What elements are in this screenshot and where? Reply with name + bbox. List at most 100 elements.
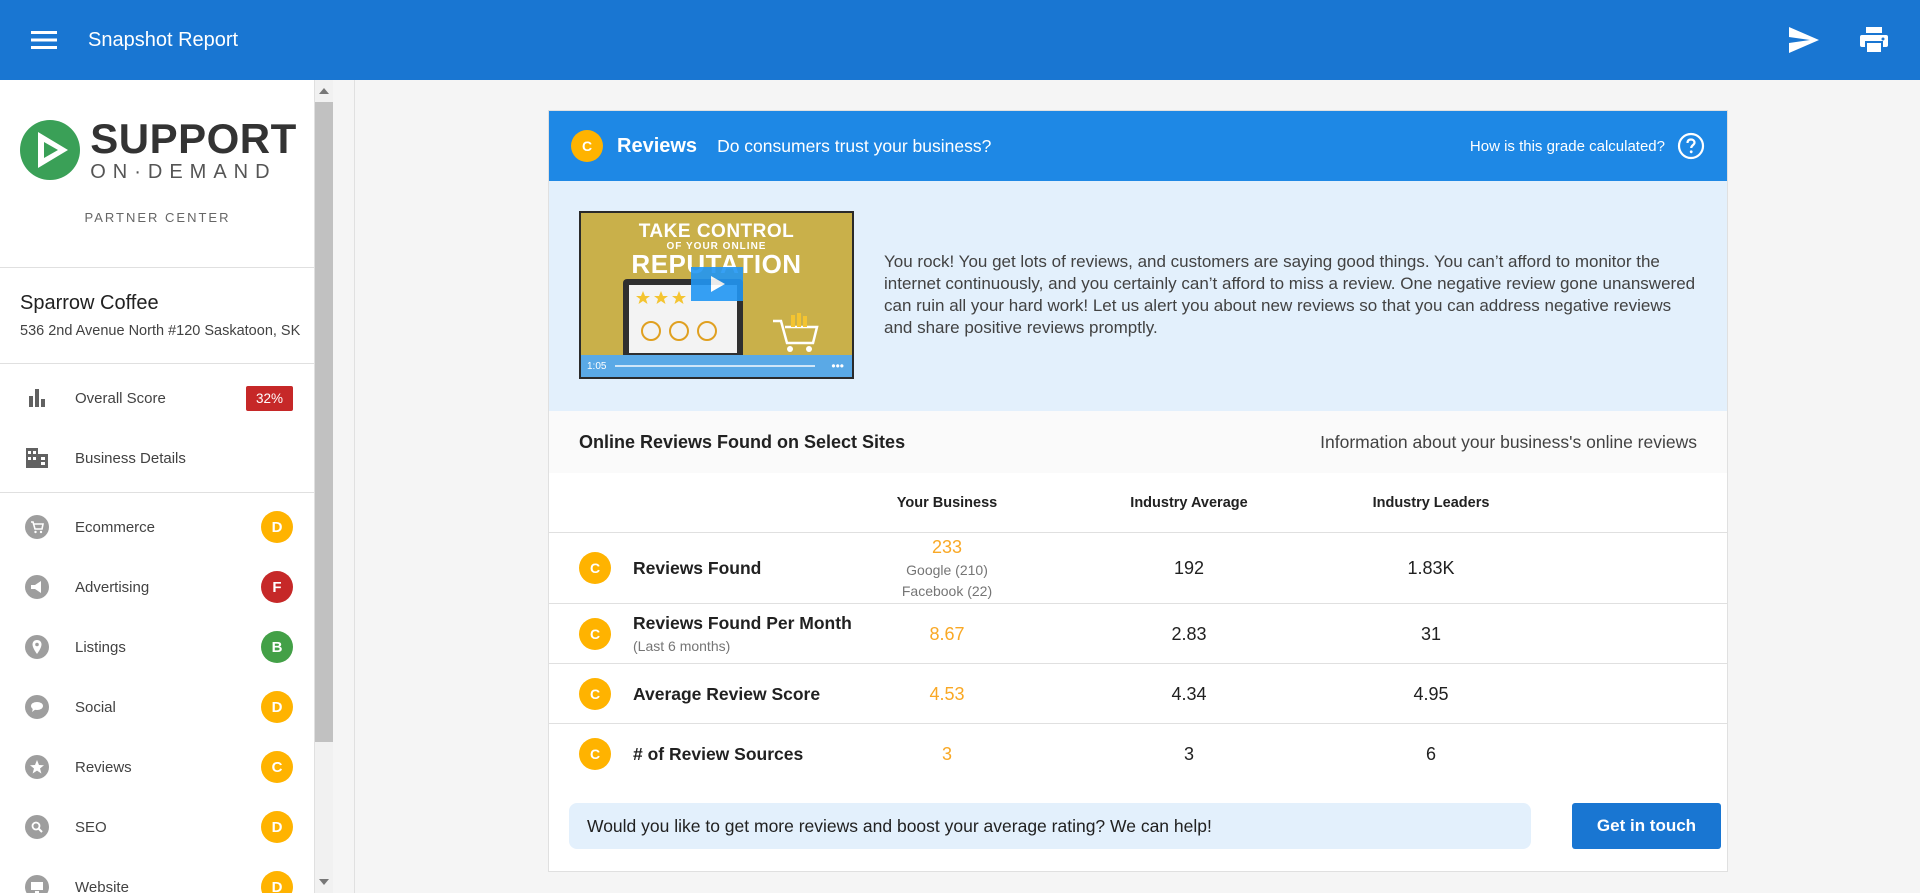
sidebar-item-label: Ecommerce <box>75 518 156 536</box>
megaphone-icon <box>25 575 49 599</box>
business-info: Sparrow Coffee 536 2nd Avenue North #120… <box>0 268 314 364</box>
sidebar-item-label: SEO <box>75 818 107 836</box>
table-row: C Average Review Score 4.53 4.34 4.95 <box>549 664 1727 724</box>
business-address: 536 2nd Avenue North #120 Saskatoon, SK <box>20 323 301 339</box>
app-title: Snapshot Report <box>88 28 239 51</box>
reviews-table: Your Business Industry Average Industry … <box>549 473 1727 784</box>
send-icon <box>1789 27 1819 53</box>
grade-badge: D <box>261 511 293 543</box>
industry-average-value: 2.83 <box>1171 624 1207 644</box>
industry-average-value: 4.34 <box>1171 684 1207 704</box>
industry-average-value: 192 <box>1173 558 1205 578</box>
row-grade-badge: C <box>579 552 611 584</box>
call-to-action: Would you like to get more reviews and b… <box>569 803 1721 851</box>
partner-center-label: PARTNER CENTER <box>84 210 231 225</box>
reviews-card: C Reviews Do consumers trust your busine… <box>548 110 1728 872</box>
row-label: # of Review Sources <box>633 744 804 764</box>
location-pin-icon <box>25 635 49 659</box>
sidebar-item-label: Reviews <box>75 758 132 776</box>
star-icon <box>25 755 49 779</box>
video-player[interactable]: TAKE CONTROL OF YOUR ONLINE REPUTATION 1… <box>579 211 854 379</box>
logo: SUPPORT ON·DEMAND <box>18 118 297 182</box>
grade-badge: D <box>261 691 293 723</box>
sidebar-item-listings[interactable]: Listings B <box>0 617 314 677</box>
reviews-subheader-title: Online Reviews Found on Select Sites <box>579 431 906 452</box>
content-divider <box>354 80 355 893</box>
row-label: Reviews Found <box>633 558 762 578</box>
section-question: Do consumers trust your business? <box>717 135 992 156</box>
row-label: Average Review Score <box>633 684 821 704</box>
industry-leaders-value: 4.95 <box>1413 684 1449 704</box>
menu-icon <box>31 31 57 49</box>
your-business-value: 8.67 <box>929 624 965 644</box>
grade-badge: C <box>261 751 293 783</box>
table-row: C Reviews Found Per Month (Last 6 months… <box>549 604 1727 664</box>
grade-badge: D <box>261 871 293 893</box>
building-icon <box>25 446 49 470</box>
top-app-bar: Snapshot Report <box>0 0 1920 80</box>
row-grade-badge: C <box>579 678 611 710</box>
your-business-value: 233 <box>931 537 963 557</box>
row-label: Reviews Found Per Month <box>633 613 852 633</box>
intro-panel: TAKE CONTROL OF YOUR ONLINE REPUTATION 1… <box>549 181 1727 411</box>
grade-badge: D <box>261 811 293 843</box>
industry-average-value: 3 <box>1183 744 1194 764</box>
search-icon <box>25 815 49 839</box>
print-icon <box>1860 27 1888 53</box>
grade-help-link[interactable]: How is this grade calculated? <box>1470 132 1705 160</box>
get-in-touch-button[interactable]: Get in touch <box>1572 803 1721 849</box>
logo-line1: SUPPORT <box>90 115 297 162</box>
row-grade-badge: C <box>579 738 611 770</box>
industry-leaders-value: 31 <box>1420 624 1442 644</box>
send-button[interactable] <box>1780 16 1828 64</box>
sidebar-item-reviews[interactable]: Reviews C <box>0 737 314 797</box>
video-title-line1: TAKE CONTROL <box>638 221 795 242</box>
help-circle-icon <box>1677 132 1705 160</box>
monitor-icon <box>25 875 49 893</box>
grade-help-label: How is this grade calculated? <box>1469 137 1665 155</box>
overall-score-badge: 32% <box>245 385 293 411</box>
bar-chart-icon <box>25 386 49 410</box>
play-logo-icon <box>20 120 81 180</box>
reviews-subheader-info: Information about your business's online… <box>1320 431 1697 452</box>
scroll-down-arrow-icon[interactable] <box>319 879 329 885</box>
table-header: Your Business Industry Average Industry … <box>549 473 1727 533</box>
scroll-up-arrow-icon[interactable] <box>319 88 329 94</box>
industry-leaders-value: 1.83K <box>1407 558 1455 578</box>
play-button[interactable] <box>691 267 743 301</box>
menu-button[interactable] <box>22 18 66 62</box>
sidebar-item-ecommerce[interactable]: Ecommerce D <box>0 497 314 557</box>
row-sublabel: (Last 6 months) <box>633 638 731 654</box>
video-duration: 1:05 <box>587 360 607 372</box>
column-header-industry-average: Industry Average <box>1130 494 1248 511</box>
video-progress-bar[interactable] <box>615 365 815 367</box>
sidebar-item-label: Overall Score <box>75 389 166 407</box>
sidebar-item-label: Advertising <box>75 578 150 596</box>
nav-group-sections: Ecommerce D Advertising F Listings B Soc… <box>0 493 314 893</box>
scroll-thumb[interactable] <box>315 102 333 742</box>
business-name: Sparrow Coffee <box>20 292 159 314</box>
shopping-cart-icon <box>773 313 819 352</box>
sidebar-item-overall-score[interactable]: Overall Score 32% <box>0 368 314 428</box>
video-controls: 1:05 ••• <box>581 355 852 377</box>
print-button[interactable] <box>1850 16 1898 64</box>
reviews-subheader: Online Reviews Found on Select Sites Inf… <box>549 411 1727 473</box>
chat-icon <box>25 695 49 719</box>
nav-group-overview: Overall Score 32% Business Details <box>0 364 314 493</box>
grade-badge: F <box>261 571 293 603</box>
sidebar-item-label: Website <box>75 878 129 893</box>
sidebar-item-advertising[interactable]: Advertising F <box>0 557 314 617</box>
sidebar-item-business-details[interactable]: Business Details <box>0 428 314 488</box>
sidebar-item-website[interactable]: Website D <box>0 857 314 893</box>
logo-line2: ON·DEMAND <box>90 161 277 183</box>
sidebar-item-label: Social <box>75 698 116 716</box>
sidebar-scrollbar[interactable] <box>315 80 333 893</box>
sidebar-item-seo[interactable]: SEO D <box>0 797 314 857</box>
sidebar-item-label: Listings <box>75 638 126 656</box>
table-row: C # of Review Sources 3 3 6 <box>549 724 1727 784</box>
sidebar-item-social[interactable]: Social D <box>0 677 314 737</box>
more-options-icon[interactable]: ••• <box>831 359 844 373</box>
your-business-detail: Google (210) <box>906 562 988 578</box>
section-title: Reviews <box>617 134 698 157</box>
row-grade-badge: C <box>579 618 611 650</box>
